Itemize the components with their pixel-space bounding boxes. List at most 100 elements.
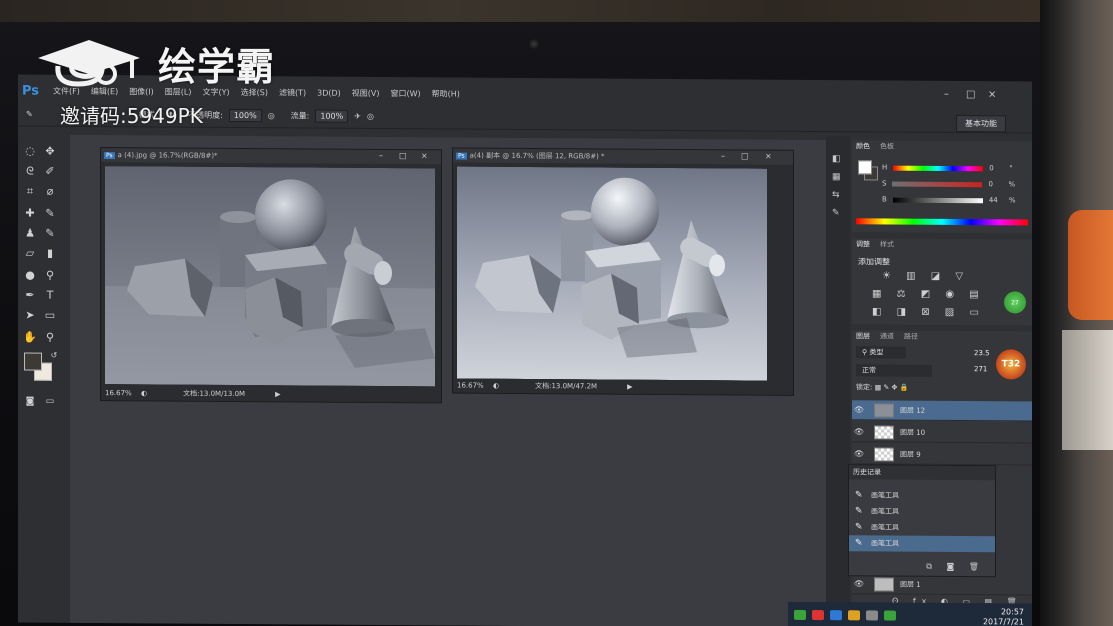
eye-icon[interactable]: 👁	[852, 427, 866, 436]
path-select-tool-icon[interactable]: ➤	[22, 308, 38, 322]
eye-icon[interactable]: 👁	[852, 405, 866, 414]
tab-adjustments[interactable]: 调整	[856, 239, 870, 249]
layer-row[interactable]: 👁 图层 9	[852, 444, 1032, 466]
network-speed-widget[interactable]: 23.5 271 T32	[974, 343, 1030, 383]
screen-mode-icon[interactable]: ▭	[42, 397, 58, 407]
saturation-slider[interactable]: S 0 %	[882, 178, 1032, 189]
layer-name: 图层 9	[900, 450, 921, 459]
tab-channels[interactable]: 通道	[880, 331, 894, 341]
pressure-opacity-icon[interactable]: ◎	[268, 111, 275, 120]
eye-icon[interactable]: 👁	[852, 579, 866, 588]
dodge-tool-icon[interactable]: ⚲	[42, 269, 58, 282]
doc-close-button[interactable]: ×	[765, 152, 772, 161]
airbrush-icon[interactable]: ✈	[354, 112, 361, 121]
status-icon[interactable]: ◐	[493, 382, 499, 390]
status-menu-arrow-icon[interactable]: ▶	[627, 383, 632, 391]
zoom-tool-icon[interactable]: ⚲	[42, 331, 58, 344]
maximize-button[interactable]: □	[966, 89, 975, 100]
tab-swatches[interactable]: 色板	[880, 141, 894, 151]
tray-app-icon[interactable]	[794, 609, 806, 620]
zoom-level[interactable]: 16.67%	[457, 382, 493, 390]
swap-colors-icon[interactable]: ↺	[46, 351, 62, 360]
layer-row[interactable]: 👁 图层 1	[852, 574, 1032, 596]
status-icon[interactable]: ◐	[141, 389, 147, 397]
opacity-input[interactable]: 100%	[228, 108, 262, 123]
color-panel-icon[interactable]: ◧	[832, 154, 841, 164]
color-foreground-swatch[interactable]	[858, 160, 872, 175]
crop-tool-icon[interactable]: ⌗	[22, 184, 38, 198]
brush-tool-icon[interactable]: ✎	[42, 207, 58, 220]
brightness-slider[interactable]: B 44 %	[882, 194, 1032, 205]
adjustment-icons-row-1[interactable]: ☀ ▥ ◪ ▽	[882, 270, 969, 282]
pressure-size-icon[interactable]: ◎	[367, 112, 374, 121]
history-actions[interactable]: ⧉ ◙ 🗑	[926, 562, 985, 572]
color-spectrum-bar[interactable]	[856, 218, 1028, 226]
hue-slider[interactable]: H 0 °	[882, 162, 1032, 173]
shape-tool-icon[interactable]: ▭	[42, 309, 58, 322]
zoom-level[interactable]: 16.67%	[105, 389, 141, 397]
workspace-select[interactable]: 基本功能	[956, 115, 1006, 133]
history-item[interactable]: ✎ 画笔工具	[849, 519, 995, 536]
minimize-button[interactable]: –	[944, 89, 949, 100]
blend-mode-select[interactable]: 正常	[856, 364, 932, 377]
blur-tool-icon[interactable]: ●	[22, 268, 38, 282]
tray-app-icon[interactable]	[812, 610, 824, 621]
pen-tool-icon[interactable]: ✒	[22, 288, 38, 302]
history-item[interactable]: ✎ 画笔工具	[849, 487, 995, 504]
menu-filter[interactable]: 滤镜(T)	[279, 87, 306, 98]
status-menu-arrow-icon[interactable]: ▶	[275, 390, 280, 398]
brush-panel-icon[interactable]: ✎	[832, 208, 840, 218]
history-item[interactable]: ✎ 画笔工具	[849, 503, 995, 520]
taskbar-clock[interactable]: 20:57 2017/7/21	[983, 607, 1024, 626]
tray-app-icon[interactable]	[848, 610, 860, 621]
doc-minimize-button[interactable]: –	[379, 151, 383, 160]
artwork-canvas[interactable]	[105, 166, 435, 387]
menu-view[interactable]: 视图(V)	[352, 87, 380, 98]
eraser-tool-icon[interactable]: ▱	[22, 246, 38, 260]
tab-paths[interactable]: 路径	[904, 332, 918, 342]
tray-app-icon[interactable]	[830, 610, 842, 621]
history-item-selected[interactable]: ✎ 画笔工具	[849, 535, 995, 553]
lock-pixels-icon[interactable]: ▦ ✎ ✥ 🔒	[875, 383, 909, 391]
type-tool-icon[interactable]: T	[42, 289, 58, 302]
foreground-color-swatch[interactable]	[24, 352, 42, 371]
lasso-tool-icon[interactable]: ᘓ	[22, 164, 38, 178]
swatches-panel-icon[interactable]: ▦	[832, 172, 841, 182]
doc-close-button[interactable]: ×	[421, 151, 428, 160]
stamp-tool-icon[interactable]: ♟	[22, 226, 38, 240]
tab-color[interactable]: 颜色	[856, 141, 870, 151]
layer-row[interactable]: 👁 图层 12	[852, 400, 1032, 422]
adjustment-icons-row-3[interactable]: ◧ ◨ ⊠ ▨ ▭	[872, 306, 985, 318]
gradient-tool-icon[interactable]: ▮	[42, 247, 58, 260]
game-logo-icon: T32	[996, 349, 1026, 380]
artwork-canvas[interactable]	[457, 166, 767, 381]
move-tool-icon[interactable]: ✥	[42, 145, 58, 158]
adjustments-panel-icon[interactable]: ⇆	[832, 190, 840, 200]
hand-tool-icon[interactable]: ✋	[22, 330, 38, 343]
tab-styles[interactable]: 样式	[880, 239, 894, 249]
tray-app-icon[interactable]	[866, 610, 878, 621]
flow-input[interactable]: 100%	[315, 109, 349, 123]
healing-tool-icon[interactable]: ✚	[22, 206, 38, 220]
doc-minimize-button[interactable]: –	[721, 151, 725, 160]
adjustment-icons-row-2[interactable]: ▦ ⚖ ◩ ◉ ▤	[872, 288, 985, 300]
eye-icon[interactable]: 👁	[852, 449, 866, 458]
layer-row[interactable]: 👁 图层 10	[852, 422, 1032, 444]
brush-icon[interactable]: ✎	[26, 110, 33, 119]
history-brush-icon[interactable]: ✎	[42, 227, 58, 240]
layer-filter-select[interactable]: ⚲ 类型	[856, 346, 906, 359]
eyedropper-tool-icon[interactable]: ⌀	[42, 185, 58, 198]
doc-maximize-button[interactable]: □	[399, 151, 407, 160]
close-button[interactable]: ×	[988, 89, 996, 100]
tray-app-icon[interactable]	[884, 610, 896, 621]
menu-3d[interactable]: 3D(D)	[317, 88, 341, 97]
document-tab[interactable]: Ps a (4).jpg @ 16.7%(RGB/8#)*	[101, 148, 441, 165]
marquee-tool-icon[interactable]: ◌	[22, 144, 38, 158]
green-status-badge[interactable]: 27	[1004, 291, 1026, 314]
doc-maximize-button[interactable]: □	[741, 152, 749, 161]
tab-layers[interactable]: 图层	[856, 331, 870, 341]
menu-window[interactable]: 窗口(W)	[390, 88, 420, 99]
quick-select-tool-icon[interactable]: ✐	[42, 165, 58, 178]
menu-help[interactable]: 帮助(H)	[432, 88, 460, 99]
quick-mask-icon[interactable]: ◙	[22, 396, 38, 407]
